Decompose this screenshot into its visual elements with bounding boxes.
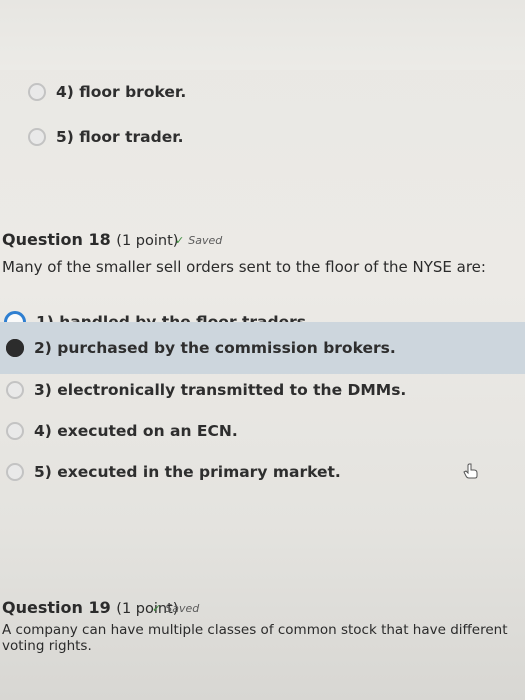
q18-option-2-label: 2) purchased by the commission brokers. <box>34 339 396 357</box>
q19-title-number: Question 19 <box>2 598 111 617</box>
q18-saved-label: Saved <box>188 234 223 247</box>
q18-option-3-label: 3) electronically transmitted to the DMM… <box>34 381 407 399</box>
q18-prompt: Many of the smaller sell orders sent to … <box>2 258 486 276</box>
q18-option-4-label: 4) executed on an ECN. <box>34 422 238 440</box>
screen: 4) floor broker. 5) floor trader. Questi… <box>0 0 525 700</box>
q18-option-3[interactable]: 3) electronically transmitted to the DMM… <box>6 370 406 410</box>
q18-option-2[interactable]: 2) purchased by the commission brokers. <box>6 328 396 368</box>
q17-option-5-radio[interactable] <box>28 128 46 146</box>
q17-option-5[interactable]: 5) floor trader. <box>28 117 184 157</box>
check-icon: ✓ <box>152 602 162 615</box>
q18-title-number: Question 18 <box>2 230 111 249</box>
top-strip <box>0 0 525 70</box>
q18-points: (1 point) <box>116 233 179 249</box>
q19-saved-label: Saved <box>165 602 200 615</box>
q19-saved-status: ✓ Saved <box>152 602 199 615</box>
q17-option-4-radio[interactable] <box>28 83 46 101</box>
q18-option-3-radio[interactable] <box>6 381 24 399</box>
q18-saved-status: ✓ Saved <box>175 234 222 247</box>
q17-option-5-label: 5) floor trader. <box>56 128 184 146</box>
q18-option-4-radio[interactable] <box>6 422 24 440</box>
q19-prompt: A company can have multiple classes of c… <box>2 622 508 654</box>
check-icon: ✓ <box>175 234 185 247</box>
q18-option-4[interactable]: 4) executed on an ECN. <box>6 411 238 451</box>
q17-option-4-label: 4) floor broker. <box>56 83 187 101</box>
q18-option-5-label: 5) executed in the primary market. <box>34 463 341 481</box>
q18-option-2-radio[interactable] <box>6 339 24 357</box>
q18-option-5[interactable]: 5) executed in the primary market. <box>6 452 341 492</box>
q18-title: Question 18 (1 point) <box>2 230 178 249</box>
q17-option-4[interactable]: 4) floor broker. <box>28 72 186 112</box>
hand-pointer-icon <box>463 463 478 479</box>
q18-option-5-radio[interactable] <box>6 463 24 481</box>
